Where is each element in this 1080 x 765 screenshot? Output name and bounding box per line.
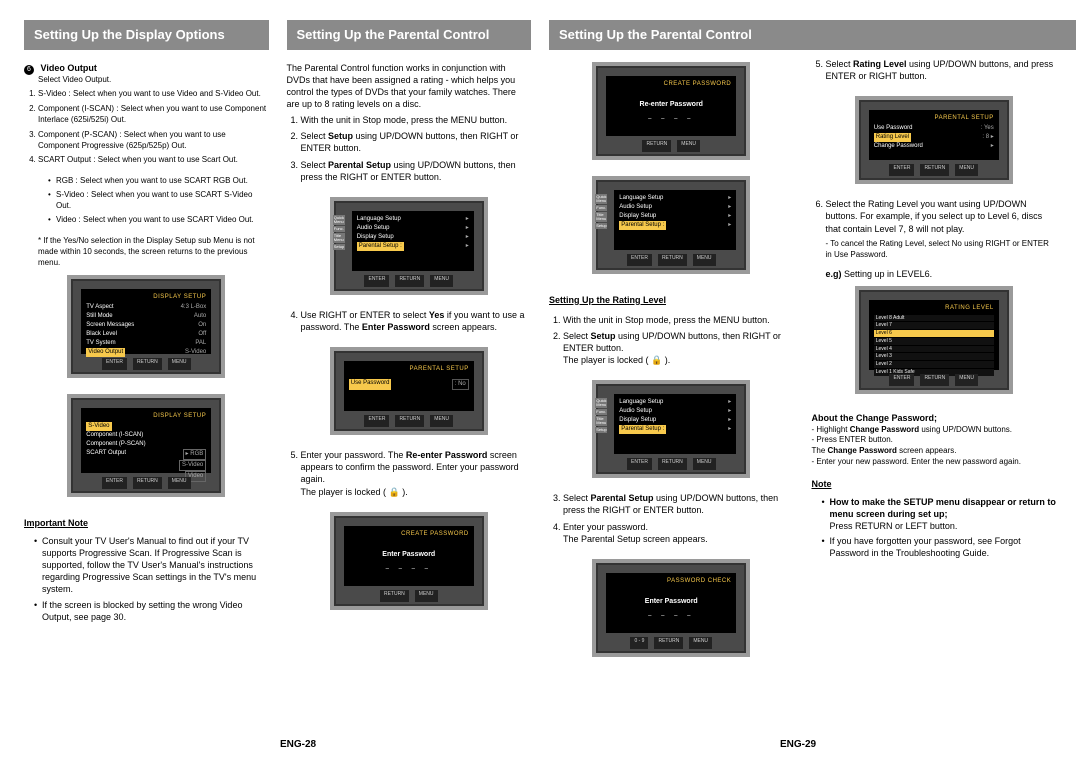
rating-steps-2: Select Parental Setup using UP/DOWN butt… [563, 492, 794, 549]
about-change-pw: About the Change Password; [812, 412, 1057, 424]
col-4: Select Rating Level using UP/DOWN button… [812, 20, 1057, 745]
footnote: * If the Yes/No selection in the Display… [38, 236, 269, 268]
note-heading: Note [812, 478, 1057, 490]
col-3: Setting Up the Parental Control CREATE P… [549, 20, 794, 745]
tv-display-setup-1: DISPLAY SETUP TV Aspect4:3 L-Box Still M… [67, 275, 225, 378]
col-1: Setting Up the Display Options 6 Video O… [24, 20, 269, 745]
rating-steps-3: Select Rating Level using UP/DOWN button… [826, 58, 1057, 86]
page-number-left: ENG-28 [280, 738, 316, 752]
tv-setup-menu-2: Quick MenuFunc.Title MenuSetup Language … [592, 176, 750, 274]
rating-level-heading: Setting Up the Rating Level [549, 294, 794, 306]
tv-parental-setup-yes: PARENTAL SETUP Use Password: Yes Rating … [855, 96, 1013, 184]
col-2: Setting Up the Parental Control The Pare… [287, 20, 532, 745]
tv-display-setup-2: DISPLAY SETUP S-Video Component (I-SCAN)… [67, 394, 225, 497]
parental-steps-a: With the unit in Stop mode, press the ME… [301, 114, 532, 187]
tv-enter-password: CREATE PASSWORD Enter Password – – – – R… [330, 512, 488, 610]
tv-password-check: PASSWORD CHECK Enter Password – – – – 0 … [592, 559, 750, 657]
scart-sublist: RGB : Select when you want to use SCART … [48, 176, 269, 228]
video-output-sub: Select Video Output. [38, 75, 269, 86]
tv-setup-menu: Quick MenuFunc.Title MenuSetup Language … [330, 197, 488, 295]
parental-steps-b: Use RIGHT or ENTER to select Yes if you … [301, 309, 532, 337]
banner-parental-1: Setting Up the Parental Control [287, 20, 532, 50]
note-list: How to make the SETUP menu disappear or … [822, 496, 1057, 563]
parental-steps-c: Enter your password. The Re-enter Passwo… [301, 449, 532, 502]
page-number-right: ENG-29 [780, 738, 816, 752]
banner-display: Setting Up the Display Options [24, 20, 269, 50]
important-note-list: Consult your TV User's Manual to find ou… [34, 535, 269, 626]
tv-setup-menu-3: Quick MenuFunc.Title MenuSetup Language … [592, 380, 750, 478]
important-note-heading: Important Note [24, 517, 269, 529]
video-output-list: S-Video : Select when you want to use Vi… [38, 89, 269, 170]
levels-list: Level 8 Adult Level 7 Level 6 Level 5 Le… [874, 315, 994, 376]
rating-steps: With the unit in Stop mode, press the ME… [563, 314, 794, 371]
tv-reenter-password: CREATE PASSWORD Re-enter Password – – – … [592, 62, 750, 160]
step-circle: 6 [24, 65, 34, 75]
manual-spread: Setting Up the Display Options 6 Video O… [0, 0, 1080, 765]
parental-intro: The Parental Control function works in c… [287, 62, 532, 111]
video-output-header: 6 Video Output [24, 62, 269, 75]
tv-rating-level: RATING LEVEL Level 8 Adult Level 7 Level… [855, 286, 1013, 394]
about-list: - Highlight Change Password using UP/DOW… [812, 425, 1057, 468]
tv-parental-setup-no: PARENTAL SETUP Use Password: No ENTERRET… [330, 347, 488, 435]
rating-steps-4: Select the Rating Level you want using U… [826, 198, 1057, 264]
